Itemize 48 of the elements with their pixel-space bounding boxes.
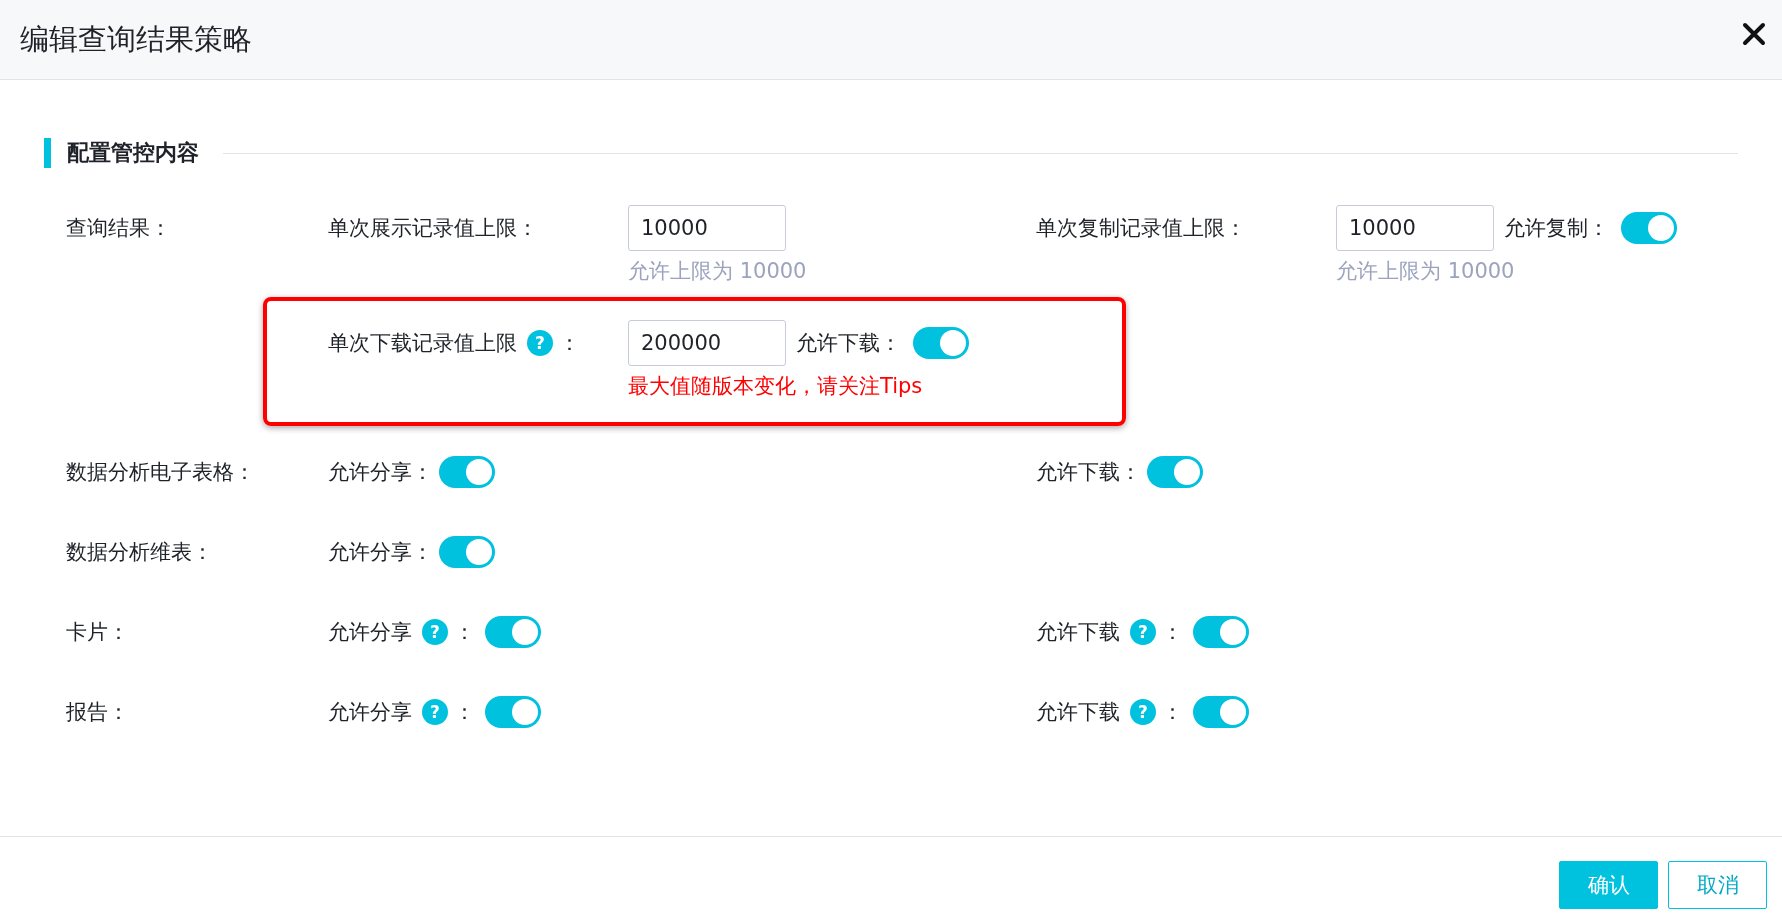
section-marker [44,138,51,168]
colon-text: ： [559,330,580,357]
section-title: 配置管控内容 [67,139,199,167]
toggle-switch[interactable] [485,616,541,648]
help-icon[interactable]: ? [422,699,448,725]
number-input[interactable]: 10000 [628,205,786,251]
field-label: 允许下载 [1036,699,1120,726]
field-label: 允许分享 [328,619,412,646]
row-label: 卡片： [66,620,129,644]
confirm-button[interactable]: 确认 [1559,861,1658,909]
toggle-switch[interactable] [485,696,541,728]
field-label: 允许分享： [328,539,433,566]
hint-text: 允许上限为 10000 [1336,258,1516,285]
row-label: 数据分析电子表格： [66,460,255,484]
field-label: 允许分享： [328,459,433,486]
toggle-switch[interactable] [1147,456,1203,488]
field-label: 允许下载： [1036,459,1141,486]
field-label: 单次下载记录值上限 [328,330,517,357]
toggle-label: 允许复制： [1504,215,1609,242]
help-icon[interactable]: ? [527,330,553,356]
help-icon[interactable]: ? [1130,699,1156,725]
colon-text: ： [1162,699,1183,726]
toggle-switch[interactable] [913,327,969,359]
field-label: 允许下载 [1036,619,1120,646]
number-input[interactable]: 200000 [628,320,786,366]
number-input[interactable]: 10000 [1336,205,1494,251]
row-label: 报告： [66,700,129,724]
help-icon[interactable]: ? [422,619,448,645]
field-label: 允许分享 [328,699,412,726]
field-label: 单次复制记录值上限： [1036,215,1246,242]
field-label: 单次展示记录值上限： [328,215,538,242]
toggle-switch[interactable] [1621,212,1677,244]
close-icon[interactable] [1742,21,1766,46]
warning-text: 最大值随版本变化，请关注Tips [628,373,924,400]
help-icon[interactable]: ? [1130,619,1156,645]
toggle-switch[interactable] [439,536,495,568]
row-label: 数据分析维表： [66,540,213,564]
toggle-switch[interactable] [1193,696,1249,728]
toggle-switch[interactable] [439,456,495,488]
hint-text: 允许上限为 10000 [628,258,807,285]
row-label: 查询结果： [66,216,171,240]
toggle-switch[interactable] [1193,616,1249,648]
colon-text: ： [454,699,475,726]
colon-text: ： [454,619,475,646]
toggle-label: 允许下载： [796,330,901,357]
dialog-title: 编辑查询结果策略 [20,20,252,58]
cancel-button[interactable]: 取消 [1668,861,1767,909]
colon-text: ： [1162,619,1183,646]
